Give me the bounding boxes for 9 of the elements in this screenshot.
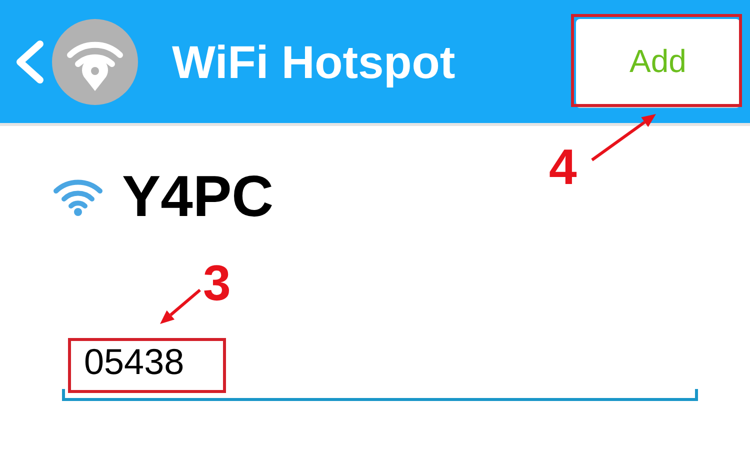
password-field[interactable]: 05438 <box>84 338 284 386</box>
wifi-icon <box>52 178 104 216</box>
screen-title: WiFi Hotspot <box>172 34 456 88</box>
callout-number: 3 <box>203 258 231 308</box>
callout-number: 4 <box>549 142 577 192</box>
callout-arrow <box>591 114 656 162</box>
callout-arrow <box>160 288 201 324</box>
network-name: Y4PC <box>122 168 274 226</box>
wifi-pin-icon <box>52 18 138 104</box>
